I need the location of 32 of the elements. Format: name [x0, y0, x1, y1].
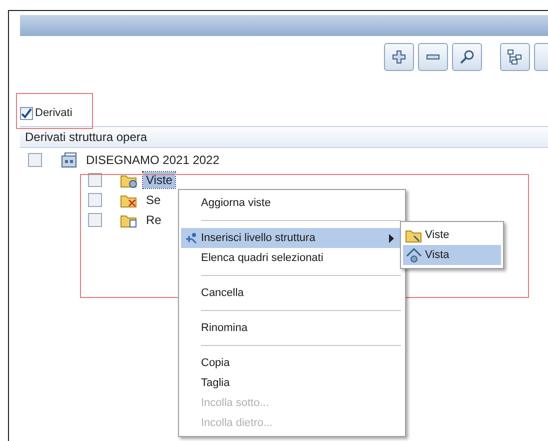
menu-item[interactable]: Viste [403, 225, 501, 245]
tree-item[interactable]: DISEGNAMO 2021 2022 [83, 152, 222, 168]
checkbox[interactable] [88, 213, 102, 227]
tree-item[interactable]: Viste [143, 172, 176, 188]
tree-item[interactable]: Se [143, 192, 164, 208]
toolbar-button[interactable] [452, 43, 482, 71]
menu-item[interactable]: Cancella [181, 283, 403, 303]
menu-item[interactable]: Aggiorna viste [181, 193, 403, 213]
checkbox[interactable] [88, 173, 102, 187]
plus-icon [391, 49, 407, 65]
search-icon [459, 49, 475, 65]
checkbox[interactable] [88, 193, 102, 207]
checkbox[interactable] [20, 106, 33, 120]
toolbar-button[interactable] [500, 43, 530, 71]
toolbar-button[interactable] [418, 43, 448, 71]
menu-item[interactable]: Copia [181, 353, 403, 373]
menu-item[interactable]: Rinomina [181, 318, 403, 338]
toolbar-button[interactable] [384, 43, 414, 71]
building-icon [60, 152, 77, 168]
menu-item[interactable]: Taglia [181, 373, 403, 393]
menu-item[interactable]: Vista [403, 245, 501, 265]
caret-icon [389, 234, 395, 242]
column-header: Derivati struttura opera [20, 126, 548, 148]
tree-structure-icon [507, 49, 523, 65]
checkbox-label: Derivati [35, 107, 72, 119]
menu-item[interactable]: Inserisci livello struttura [181, 228, 403, 248]
sparkle-icon [184, 231, 198, 245]
house-icon [405, 247, 422, 263]
checkbox[interactable] [28, 153, 42, 167]
menu-item[interactable]: Elenca quadri selezionati [181, 248, 403, 268]
tree-item[interactable]: Re [143, 212, 164, 228]
checkmark-icon [21, 108, 32, 118]
